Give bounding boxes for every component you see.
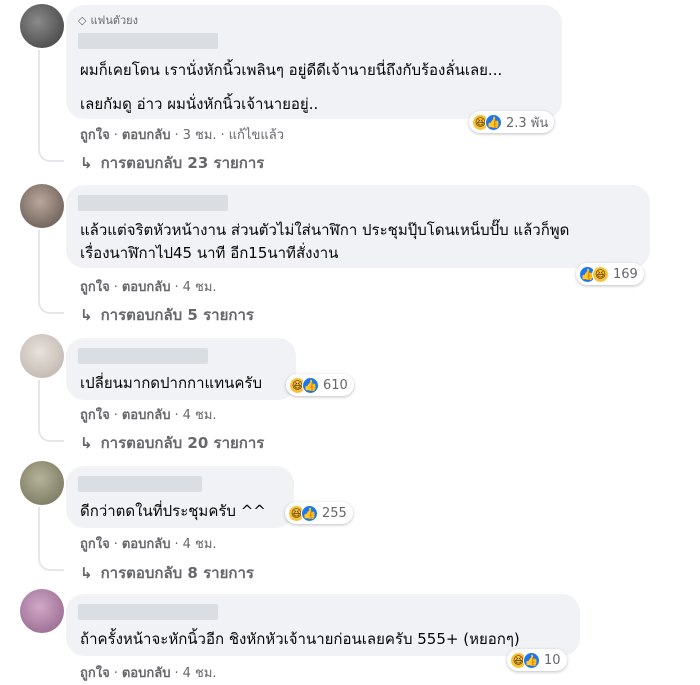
like-button[interactable]: ถูกใจ	[80, 666, 110, 681]
thread-line	[38, 507, 40, 557]
like-button[interactable]: ถูกใจ	[80, 128, 110, 143]
comment-bubble: ถ้าครั้งหน้าจะหักนิ้วอีก ชิงหักหัวเจ้านา…	[66, 594, 580, 656]
view-replies-button[interactable]: ↳ การตอบกลับ 5 รายการ	[80, 303, 254, 327]
haha-icon: 😆	[592, 265, 609, 283]
diamond-icon: ◇	[78, 14, 87, 27]
view-replies-button[interactable]: ↳ การตอบกลับ 8 รายการ	[80, 561, 254, 585]
reply-button[interactable]: ตอบกลับ	[122, 280, 171, 295]
timestamp[interactable]: 4 ชม.	[183, 280, 217, 295]
comment-bubble: เปลี่ยนมากดปากกาแทนครับ	[66, 338, 296, 400]
comment-actions: ถูกใจ · ตอบกลับ · 3 ชม. · แก้ไขแล้ว	[80, 128, 284, 143]
avatar[interactable]	[20, 461, 64, 505]
reaction-summary[interactable]: 😆 👍 610	[286, 374, 354, 396]
commenter-name[interactable]	[78, 476, 202, 492]
commenter-name[interactable]	[78, 195, 228, 211]
comment-text-line: ดีกว่าตดในที่ประชุมครับ ^^	[80, 502, 266, 520]
like-button[interactable]: ถูกใจ	[80, 408, 110, 423]
thread-line	[38, 380, 40, 428]
reply-arrow-icon: ↳	[80, 154, 93, 172]
reaction-count: 10	[544, 652, 561, 668]
reply-arrow-icon: ↳	[80, 564, 93, 582]
like-icon: 👍	[523, 651, 540, 669]
reaction-count: 2.3 พัน	[506, 115, 549, 131]
comment-text-line: เลยกัมดู อ่าว ผมนั่งหักนิ้วเจ้านายอยู่..	[80, 95, 319, 113]
reaction-count: 169	[613, 266, 638, 282]
reaction-summary[interactable]: 😆 👍 10	[507, 649, 567, 671]
edited-label: แก้ไขแล้ว	[228, 128, 284, 143]
like-icon: 👍	[485, 113, 502, 131]
top-fan-badge: ◇ แฟนตัวยง	[78, 11, 138, 29]
comment-text-line: ผมก็เคยโดน เรานั่งหักนิ้วเพลินๆ อยู่ดีดี…	[80, 61, 503, 79]
avatar[interactable]	[20, 184, 64, 228]
replies-label: การตอบกลับ 23 รายการ	[100, 154, 265, 172]
reaction-summary[interactable]: 😆 👍 2.3 พัน	[469, 111, 555, 133]
badge-label: แฟนตัวยง	[90, 14, 139, 27]
reply-button[interactable]: ตอบกลับ	[122, 408, 171, 423]
timestamp[interactable]: 4 ชม.	[183, 537, 217, 552]
reaction-count: 255	[322, 505, 347, 521]
timestamp[interactable]: 4 ชม.	[183, 408, 217, 423]
comment-text-line: เปลี่ยนมากดปากกาแทนครับ	[80, 374, 262, 392]
comment-actions: ถูกใจ · ตอบกลับ · 4 ชม.	[80, 666, 217, 681]
commenter-name[interactable]	[78, 348, 208, 364]
like-button[interactable]: ถูกใจ	[80, 537, 110, 552]
comment-bubble: แล้วแต่จริตหัวหน้างาน ส่วนตัวไม่ใส่นาฬิก…	[66, 185, 650, 268]
comment-bubble: ◇ แฟนตัวยง ผมก็เคยโดน เรานั่งหักนิ้วเพลิน…	[66, 5, 562, 119]
like-icon: 👍	[301, 504, 318, 522]
avatar[interactable]	[20, 589, 64, 633]
reaction-summary[interactable]: 👍 😆 169	[576, 263, 644, 285]
commenter-name[interactable]	[78, 33, 218, 49]
commenter-name[interactable]	[78, 604, 218, 620]
avatar[interactable]	[20, 4, 64, 48]
like-icon: 👍	[302, 376, 319, 394]
replies-label: การตอบกลับ 5 รายการ	[100, 306, 254, 324]
view-replies-button[interactable]: ↳ การตอบกลับ 23 รายการ	[80, 151, 264, 175]
reaction-summary[interactable]: 😆 👍 255	[285, 502, 353, 524]
timestamp[interactable]: 4 ชม.	[183, 666, 217, 681]
reply-button[interactable]: ตอบกลับ	[122, 666, 171, 681]
comment-actions: ถูกใจ · ตอบกลับ · 4 ชม.	[80, 408, 217, 423]
comment-actions: ถูกใจ · ตอบกลับ · 4 ชม.	[80, 537, 217, 552]
thread-line	[38, 230, 40, 300]
reaction-count: 610	[323, 377, 348, 393]
comment-bubble: ดีกว่าตดในที่ประชุมครับ ^^	[66, 466, 294, 528]
comment-text-line: เรื่องนาฬิกาไป45 นาที อีก15นาทีสั่งงาน	[80, 244, 339, 262]
reply-button[interactable]: ตอบกลับ	[122, 128, 171, 143]
reply-arrow-icon: ↳	[80, 306, 93, 324]
avatar[interactable]	[20, 334, 64, 378]
comment-text-line: ถ้าครั้งหน้าจะหักนิ้วอีก ชิงหักหัวเจ้านา…	[80, 630, 520, 648]
thread-connector	[38, 555, 64, 571]
comment-actions: ถูกใจ · ตอบกลับ · 4 ชม.	[80, 280, 217, 295]
thread-line	[38, 50, 40, 148]
thread-connector	[38, 298, 64, 314]
thread-connector	[38, 146, 64, 162]
like-button[interactable]: ถูกใจ	[80, 280, 110, 295]
timestamp[interactable]: 3 ชม.	[183, 128, 217, 143]
thread-connector	[38, 426, 64, 442]
reply-arrow-icon: ↳	[80, 434, 93, 452]
replies-label: การตอบกลับ 8 รายการ	[100, 564, 254, 582]
reply-button[interactable]: ตอบกลับ	[122, 537, 171, 552]
comment-text-line: แล้วแต่จริตหัวหน้างาน ส่วนตัวไม่ใส่นาฬิก…	[80, 221, 570, 239]
replies-label: การตอบกลับ 20 รายการ	[100, 434, 265, 452]
view-replies-button[interactable]: ↳ การตอบกลับ 20 รายการ	[80, 431, 264, 455]
